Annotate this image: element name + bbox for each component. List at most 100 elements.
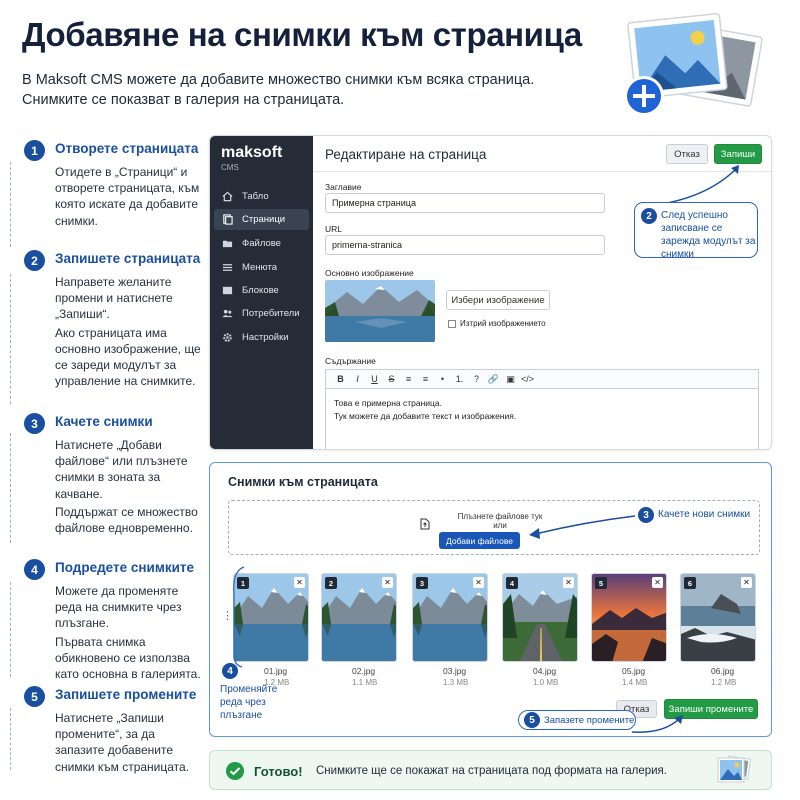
callout-3-number: 3 [638, 507, 654, 523]
step-body: Отидете в „Страници“ и отворете страница… [55, 165, 200, 228]
image-button[interactable]: ▣ [502, 374, 519, 385]
photo-filesize: 1.3 MB [443, 678, 469, 687]
sidebar-item-files[interactable]: Файлове [214, 233, 309, 254]
callout-2: 2 След успешно записване се зарежда моду… [634, 202, 758, 260]
callout-4-text: Променяйте реда чрез плъзгане [220, 684, 278, 721]
check-circle-icon [226, 762, 244, 780]
content-editor[interactable]: Това е примерна страница. Тук можете да … [325, 388, 759, 449]
page-subtitle: В Maksoft CMS можете да добавите множест… [22, 72, 535, 108]
sidebar-item-dashboard[interactable]: Табло [214, 186, 309, 207]
title-label: Заглавие [325, 182, 362, 192]
add-files-button[interactable]: Добави файлове [439, 532, 520, 549]
step-number: 2 [24, 250, 45, 271]
main-image-preview [325, 280, 435, 342]
align-left-button[interactable]: ≡ [400, 374, 417, 384]
editor-toolbar: B I U S ≡ ≡ • 1. ? 🔗 ▣ </> [325, 369, 759, 388]
step-rail [10, 274, 11, 404]
sidebar-item-menus[interactable]: Менюта [214, 257, 309, 278]
step-body: Натиснете „Запиши промените“, за да запа… [55, 711, 190, 774]
step-rail [10, 582, 11, 677]
photo-filesize: 1.2 MB [711, 678, 737, 687]
photo-filename: 05.jpg [622, 666, 646, 676]
gallery-panel: Снимки към страницата Плъзнете файлове т… [209, 462, 772, 737]
arrow-to-save-changes-icon [631, 715, 683, 733]
underline-button[interactable]: U [366, 374, 383, 384]
photo-filesize: 1.0 MB [533, 678, 559, 687]
help-button[interactable]: ? [468, 374, 485, 384]
photo-filename: 02.jpg [352, 666, 376, 676]
photo-order-badge: 5 [595, 577, 607, 589]
done-text: Снимките ще се покажат на страницата под… [316, 765, 667, 777]
callout-4-number: 4 [222, 663, 238, 679]
bullet-list-button[interactable]: • [434, 374, 451, 384]
step-title: Запишете страницата [55, 251, 201, 266]
photo-order-badge: 1 [237, 577, 249, 589]
step-number: 5 [24, 686, 45, 707]
sidebar-item-pages[interactable]: Страници [214, 209, 309, 230]
add-image-icon [624, 12, 763, 116]
photo-order-badge: 4 [506, 577, 518, 589]
callout-3-text: Качете нови снимки [658, 509, 751, 520]
cms-logo-sub: CMS [221, 163, 239, 172]
url-field[interactable]: primerna-stranica [325, 235, 605, 255]
code-button[interactable]: </> [519, 374, 536, 384]
gallery-tile[interactable]: 6 ✕ [680, 573, 756, 662]
choose-image-button[interactable]: Избери изображение [446, 290, 550, 310]
photo-filename: 06.jpg [711, 666, 735, 676]
cms-logo: maksoft [221, 144, 283, 161]
cms-sidebar: maksoft CMS Табло Страници Файлове Менют… [210, 136, 313, 449]
photo-filesize: 1.4 MB [622, 678, 648, 687]
gallery-icon [717, 755, 752, 783]
users-icon [222, 308, 236, 319]
remove-photo-button[interactable]: ✕ [382, 577, 393, 588]
done-label: Готово! [254, 764, 303, 779]
gear-icon [222, 332, 236, 343]
link-button[interactable]: 🔗 [485, 374, 502, 385]
sidebar-item-blocks[interactable]: Блокове [214, 280, 309, 301]
step-rail [10, 433, 11, 543]
photo-order-badge: 3 [416, 577, 428, 589]
step-title: Подредете снимките [55, 560, 194, 575]
step-title: Отворете страницата [55, 141, 199, 156]
step-number: 1 [24, 140, 45, 161]
photo-filename: 01.jpg [264, 666, 288, 676]
step-title: Качете снимки [55, 414, 153, 429]
gallery-tile[interactable]: 2 ✕ [321, 573, 397, 662]
photo-filename: 03.jpg [443, 666, 467, 676]
strike-button[interactable]: S [383, 374, 400, 384]
pages-icon [222, 214, 236, 225]
step-body: Натиснете „Добави файлове“ или плъзнете … [55, 438, 198, 536]
url-label: URL [325, 224, 343, 234]
remove-photo-button[interactable]: ✕ [473, 577, 484, 588]
delete-image-checkbox[interactable] [448, 320, 456, 328]
gallery-tile[interactable]: 4 ✕ [502, 573, 578, 662]
gallery-tile[interactable]: 3 ✕ [412, 573, 488, 662]
gallery-heading: Снимки към страницата [228, 475, 378, 489]
step-number: 3 [24, 413, 45, 434]
remove-photo-button[interactable]: ✕ [652, 577, 663, 588]
remove-photo-button[interactable]: ✕ [294, 577, 305, 588]
sidebar-item-users[interactable]: Потребители [214, 303, 309, 324]
done-banner: Готово! Снимките ще се покажат на страни… [209, 750, 772, 790]
remove-photo-button[interactable]: ✕ [741, 577, 752, 588]
sidebar-item-settings[interactable]: Настройки [214, 327, 309, 348]
step-body: Можете да променяте реда на снимките чре… [55, 584, 201, 682]
title-field[interactable]: Примерна страница [325, 193, 605, 213]
italic-button[interactable]: I [349, 374, 366, 384]
menu-icon [222, 262, 236, 273]
step-number: 4 [24, 559, 45, 580]
photo-filesize: 1.1 MB [352, 678, 378, 687]
callout-5: 5 Запазете промените [518, 710, 636, 730]
blocks-icon [222, 285, 236, 296]
align-right-button[interactable]: ≡ [417, 374, 434, 384]
page-title: Добавяне на снимки към страница [22, 16, 582, 53]
step-rail [10, 708, 11, 770]
step-body: Направете желаните промени и натиснете „… [55, 275, 201, 389]
remove-photo-button[interactable]: ✕ [563, 577, 574, 588]
gallery-tile[interactable]: 5 ✕ [591, 573, 667, 662]
bold-button[interactable]: B [332, 374, 349, 384]
numbered-list-button[interactable]: 1. [451, 374, 468, 384]
editor-heading: Редактиране на страница [325, 147, 487, 162]
main-image-label: Основно изображение [325, 268, 414, 278]
step-rail [10, 162, 11, 247]
